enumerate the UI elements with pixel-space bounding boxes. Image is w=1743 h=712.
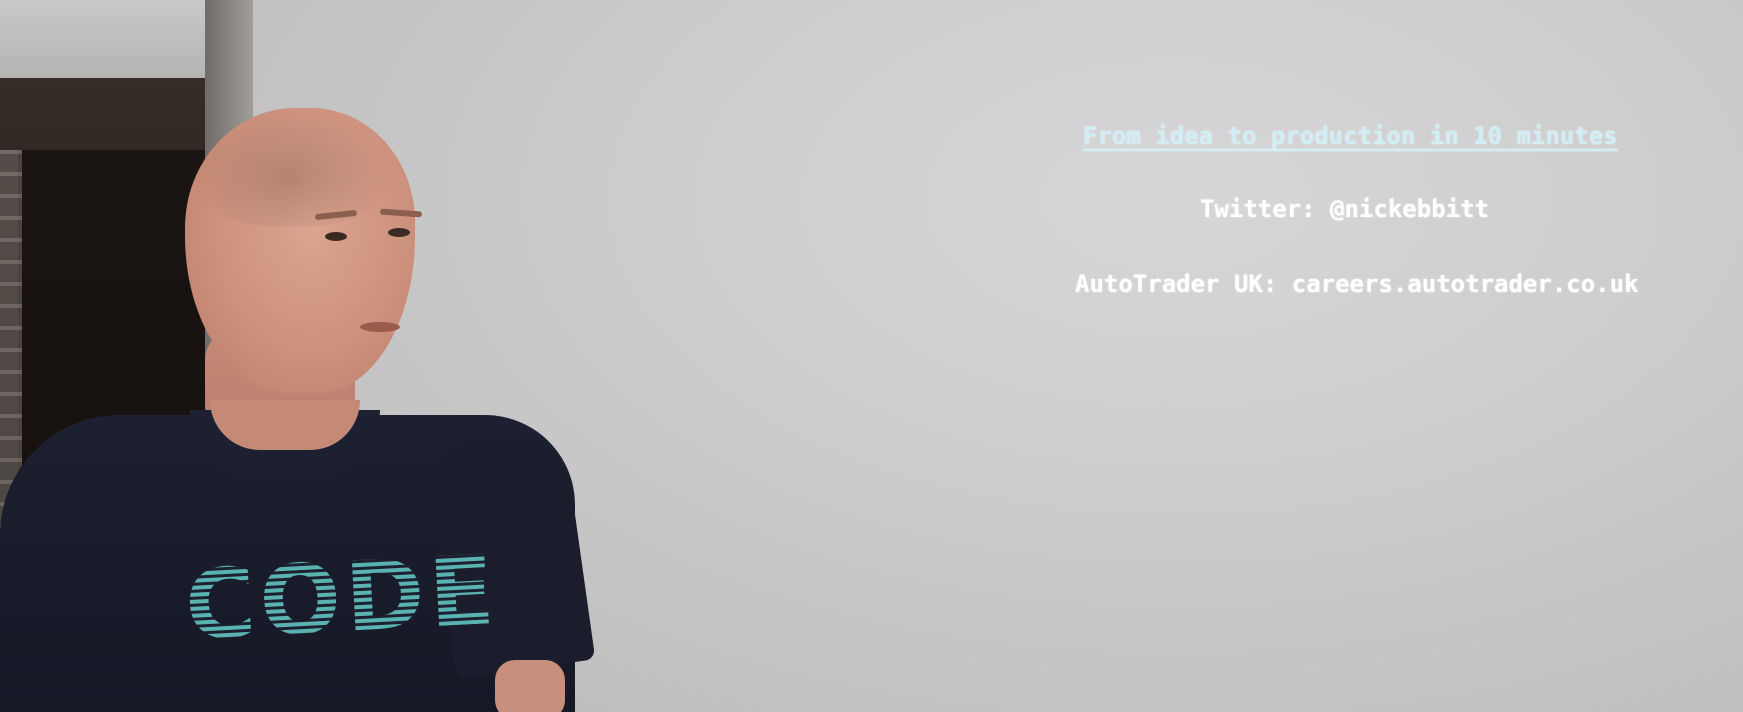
slide-title: From idea to production in 10 minutes	[1083, 122, 1618, 150]
presenter: CODE	[0, 0, 600, 712]
presenter-eye-right	[388, 228, 410, 237]
slide-careers-link: AutoTrader UK: careers.autotrader.co.uk	[1075, 270, 1639, 298]
presenter-mouth	[360, 322, 400, 332]
shirt-logo-text: CODE	[182, 533, 502, 663]
slide-twitter-handle: Twitter: @nickebbitt	[1200, 195, 1489, 223]
presenter-arm	[495, 660, 565, 712]
presenter-eye-left	[325, 232, 347, 241]
photo-scene: From idea to production in 10 minutes Tw…	[0, 0, 1743, 712]
presenter-hair	[190, 106, 390, 226]
